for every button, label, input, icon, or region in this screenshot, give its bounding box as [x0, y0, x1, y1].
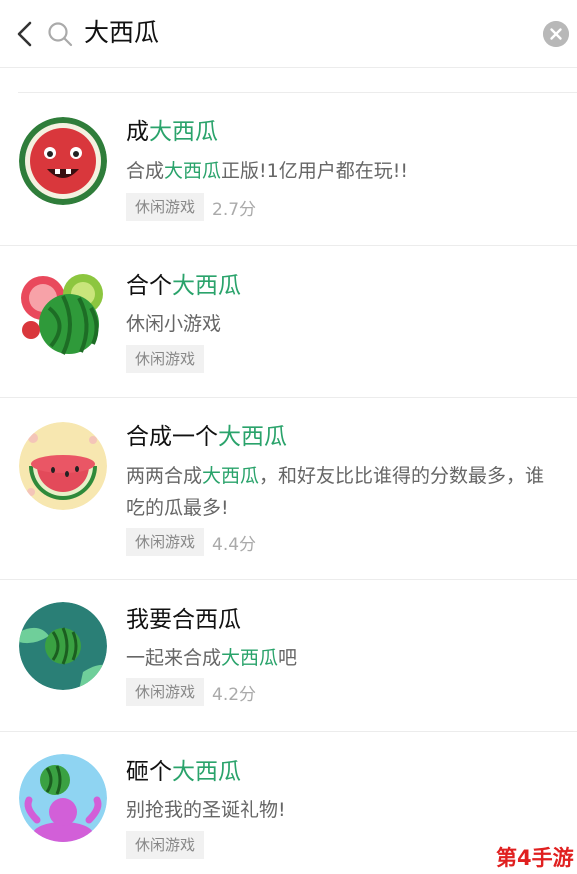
list-item[interactable]: 合成一个大西瓜 两两合成大西瓜，和好友比比谁得的分数最多，谁吃的瓜最多! 休闲游…: [0, 398, 577, 580]
result-title[interactable]: 成大西瓜: [126, 116, 218, 148]
result-description: 别抢我的圣诞礼物!: [126, 799, 286, 821]
result-title[interactable]: 合个大西瓜: [126, 270, 241, 302]
clear-icon[interactable]: [543, 21, 569, 47]
character-watermelon-icon: [19, 754, 107, 842]
watermelon-green-icon: [19, 602, 107, 690]
watermark: 第4手游: [496, 846, 574, 870]
list-item[interactable]: 成大西瓜 合成大西瓜正版!1亿用户都在玩!! 休闲游戏 2.7分: [0, 93, 577, 246]
result-meta: 休闲游戏 4.4分: [126, 528, 256, 556]
back-icon[interactable]: [12, 18, 40, 50]
rating: 4.4分: [212, 534, 257, 555]
result-meta: 休闲游戏: [126, 831, 205, 859]
rating: 2.7分: [212, 199, 257, 220]
result-title[interactable]: 我要合西瓜: [126, 604, 241, 636]
category-tag: 休闲游戏: [126, 528, 205, 556]
result-meta: 休闲游戏 2.7分: [126, 193, 256, 221]
search-icon: [48, 22, 73, 47]
result-meta: 休闲游戏: [126, 345, 205, 373]
list-item[interactable]: 合个大西瓜 休闲小游戏 休闲游戏: [0, 246, 577, 398]
category-tag: 休闲游戏: [126, 831, 205, 859]
category-tag: 休闲游戏: [126, 345, 205, 373]
result-description: 两两合成大西瓜，和好友比比谁得的分数最多，谁吃的瓜最多!: [126, 465, 545, 519]
fruits-icon: [21, 274, 103, 355]
watermelon-face-icon: [19, 117, 107, 205]
search-bar: 大西瓜: [0, 0, 577, 68]
category-tag: 休闲游戏: [126, 193, 205, 221]
result-description: 合成大西瓜正版!1亿用户都在玩!!: [126, 160, 408, 182]
result-description: 一起来合成大西瓜吧: [126, 647, 298, 669]
result-title[interactable]: 砸个大西瓜: [126, 756, 241, 788]
result-title[interactable]: 合成一个大西瓜: [126, 421, 287, 453]
search-input[interactable]: 大西瓜: [84, 16, 159, 50]
result-meta: 休闲游戏 4.2分: [126, 678, 256, 706]
category-tag: 休闲游戏: [126, 678, 205, 706]
list-item[interactable]: 我要合西瓜 一起来合成大西瓜吧 休闲游戏 4.2分: [0, 580, 577, 732]
watermelon-slice-icon: [19, 422, 107, 510]
result-description: 休闲小游戏: [126, 313, 222, 335]
list-item[interactable]: 砸个大西瓜 别抢我的圣诞礼物! 休闲游戏: [0, 732, 577, 874]
rating: 4.2分: [212, 684, 257, 705]
